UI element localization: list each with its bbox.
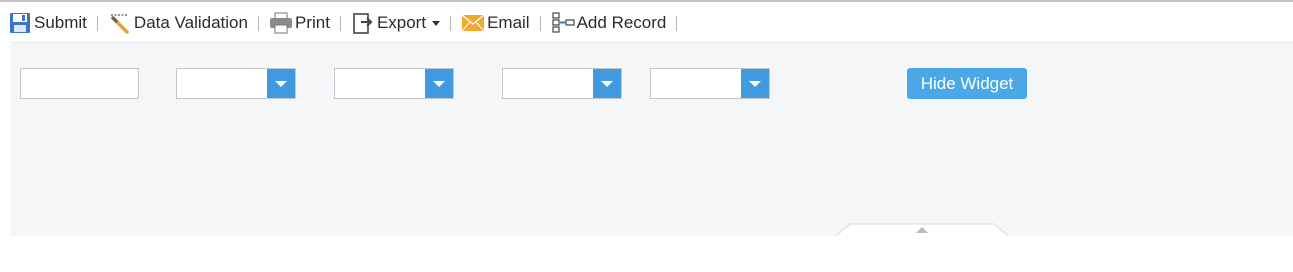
filter-dropdown-2[interactable] [334, 68, 454, 99]
export-icon [351, 11, 375, 35]
toolbar: Submit Data Validation Print Export Emai… [8, 8, 687, 38]
export-button[interactable]: Export [351, 10, 441, 36]
toolbar-separator [96, 15, 98, 31]
data-validation-label: Data Validation [133, 13, 248, 32]
email-button[interactable]: Email [461, 10, 530, 36]
filter-dropdown-3[interactable] [502, 68, 622, 99]
envelope-icon [461, 11, 485, 35]
dropdown-toggle-button[interactable] [593, 69, 621, 98]
dropdown-value[interactable] [177, 69, 267, 98]
add-record-label: Add Record [576, 13, 667, 32]
dropdown-value[interactable] [503, 69, 593, 98]
validation-wand-icon [108, 11, 132, 35]
toolbar-separator [339, 15, 341, 31]
save-icon [8, 11, 32, 35]
dropdown-toggle-button[interactable] [425, 69, 453, 98]
print-button[interactable]: Print [269, 10, 330, 36]
filter-dropdown-4[interactable] [650, 68, 770, 99]
submit-label: Submit [34, 13, 87, 32]
export-label: Export [376, 13, 427, 32]
toolbar-separator [539, 15, 541, 31]
toolbar-separator [676, 15, 678, 31]
print-label: Print [294, 13, 330, 32]
printer-icon [269, 11, 293, 35]
chevron-down-icon [432, 20, 441, 26]
toolbar-separator [450, 15, 452, 31]
window-top-border [0, 0, 1293, 2]
chevron-down-icon [601, 80, 613, 87]
chevron-down-icon [749, 80, 761, 87]
data-validation-button[interactable]: Data Validation [108, 10, 248, 36]
submit-button[interactable]: Submit [8, 10, 87, 36]
chevron-down-icon [433, 80, 445, 87]
hide-widget-button[interactable]: Hide Widget [907, 68, 1027, 99]
dropdown-toggle-button[interactable] [267, 69, 295, 98]
dropdown-value[interactable] [335, 69, 425, 98]
dropdown-toggle-button[interactable] [741, 69, 769, 98]
filter-dropdown-1[interactable] [176, 68, 296, 99]
collapse-panel-tab[interactable] [836, 223, 1008, 236]
add-record-icon [551, 11, 575, 35]
dropdown-value[interactable] [651, 69, 741, 98]
filter-text-input[interactable] [20, 68, 139, 99]
add-record-button[interactable]: Add Record [551, 10, 667, 36]
email-label: Email [487, 13, 530, 32]
toolbar-separator [257, 15, 259, 31]
chevron-down-icon [275, 80, 287, 87]
